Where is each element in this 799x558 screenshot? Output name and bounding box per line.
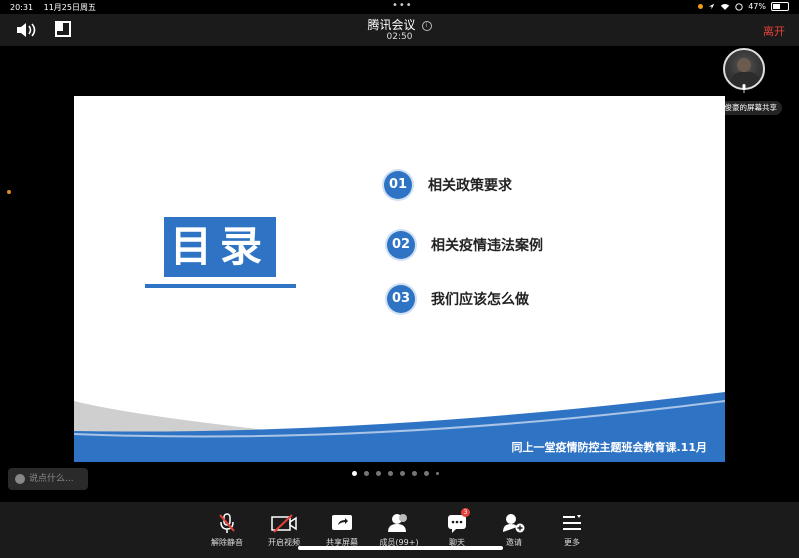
unmute-label: 解除静音 [211, 538, 243, 547]
page-dot[interactable] [388, 471, 393, 476]
unmute-button[interactable]: 解除静音 [197, 512, 257, 548]
location-icon [708, 3, 715, 10]
leave-button[interactable]: 离开 [763, 23, 785, 39]
emoji-icon[interactable] [15, 473, 25, 484]
slide-footer: 同上一堂疫情防控主题班会教育课.11月 [511, 441, 708, 454]
video-label: 开启视频 [268, 538, 300, 547]
status-right: 47% [698, 2, 789, 11]
more-icon [563, 515, 581, 530]
page-dot[interactable] [364, 471, 369, 476]
invite-button[interactable]: 邀请 [484, 512, 544, 548]
more-label: 更多 [564, 538, 580, 547]
status-date: 11月25日周五 [43, 3, 96, 12]
status-bar: 20:31 11月25日周五 ••• 47% [0, 0, 799, 14]
share-screen-button[interactable]: 共享屏幕 [312, 512, 372, 548]
home-indicator[interactable] [298, 546, 503, 550]
page-dot[interactable] [412, 471, 417, 476]
page-dot[interactable] [424, 471, 429, 476]
meeting-header: 腾讯会议 i 02:50 离开 [0, 14, 799, 46]
meeting-title-text: 腾讯会议 [367, 18, 416, 32]
wifi-icon [721, 3, 730, 10]
toc-text: 相关政策要求 [428, 178, 512, 194]
more-button[interactable]: 更多 [542, 512, 602, 548]
screen-share-label-text: 翟俊豪的屏幕共享 [717, 103, 777, 112]
chat-badge: 3 [461, 508, 470, 517]
page-dot[interactable] [376, 471, 381, 476]
meeting-timer: 02:50 [386, 32, 413, 42]
meeting-title[interactable]: 腾讯会议 i [0, 16, 799, 33]
battery-icon [771, 2, 789, 11]
slide-wave-decoration [74, 392, 725, 462]
status-time: 20:31 [10, 3, 34, 12]
share-screen-icon [332, 515, 352, 530]
toc-text: 相关疫情违法案例 [431, 238, 543, 254]
chat-button[interactable]: 3 聊天 [427, 508, 487, 548]
info-icon[interactable]: i [421, 20, 432, 31]
toc-number: 01 [384, 171, 412, 199]
toc-heading: 目录 [164, 217, 276, 277]
invite-label: 邀请 [506, 538, 522, 547]
toc-item-1: 01 相关政策要求 [384, 171, 512, 199]
video-button[interactable]: 开启视频 [254, 512, 314, 548]
page-dot[interactable] [400, 471, 405, 476]
chat-input[interactable]: 说点什么... [8, 468, 88, 490]
recording-dot-icon [698, 4, 704, 9]
toc-item-3: 03 我们应该怎么做 [387, 285, 529, 313]
avatar-head [737, 58, 751, 72]
toc-number: 02 [387, 231, 415, 259]
multitask-dots-icon[interactable]: ••• [392, 0, 413, 11]
toc-text: 我们应该怎么做 [431, 292, 529, 308]
video-off-icon [271, 514, 297, 533]
battery-percent: 47% [748, 2, 766, 11]
chat-placeholder: 说点什么... [29, 474, 74, 484]
mic-muted-icon [219, 513, 235, 533]
members-button[interactable]: 成员(99+) [369, 512, 429, 548]
status-left: 20:31 11月25日周五 [10, 2, 104, 13]
invite-icon [503, 514, 525, 533]
toc-item-2: 02 相关疫情违法案例 [387, 231, 543, 259]
page-indicator[interactable] [352, 471, 439, 476]
toc-underline [145, 284, 296, 288]
side-indicator-dot [7, 190, 11, 194]
page-dot[interactable] [352, 471, 357, 476]
mic-icon [742, 84, 746, 93]
shared-slide: 目录 01 相关政策要求 02 相关疫情违法案例 03 我们应该怎么做 同上一堂… [74, 96, 725, 462]
page-dot[interactable] [436, 472, 439, 475]
members-icon [388, 514, 407, 532]
lock-rotation-icon [735, 2, 743, 11]
toc-number: 03 [387, 285, 415, 313]
